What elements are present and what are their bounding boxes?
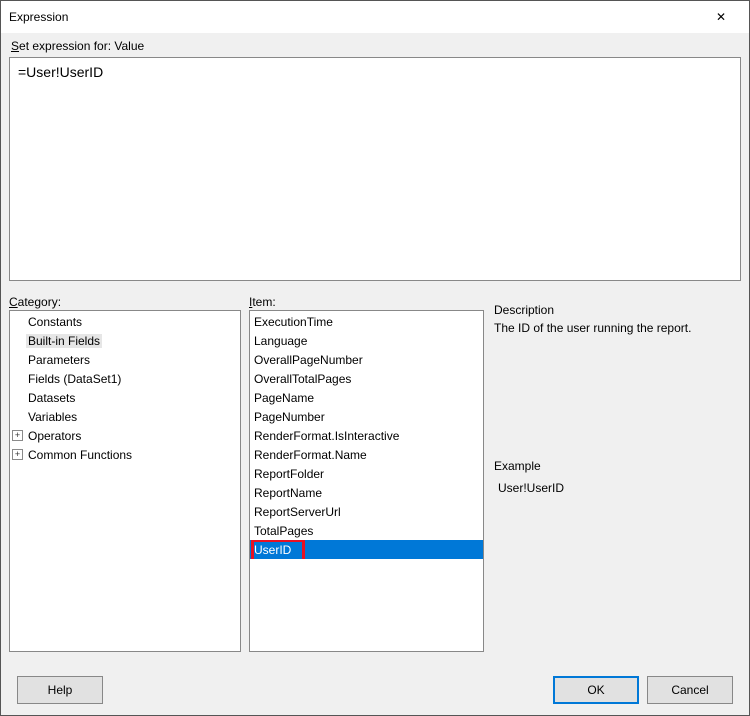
category-item-label: Built-in Fields <box>26 334 102 348</box>
window-title: Expression <box>9 10 701 24</box>
category-item[interactable]: Variables <box>10 407 240 426</box>
item-list-entry[interactable]: OverallTotalPages <box>250 369 483 388</box>
category-item[interactable]: Fields (DataSet1) <box>10 369 240 388</box>
example-title: Example <box>492 455 741 477</box>
item-list-entry[interactable]: UserID <box>250 540 483 559</box>
close-button[interactable]: ✕ <box>701 8 741 26</box>
item-column: Item: ExecutionTimeLanguageOverallPageNu… <box>249 295 484 663</box>
category-item-label: Datasets <box>26 391 77 405</box>
category-label: Category: <box>9 295 241 310</box>
item-list-entry[interactable]: PageName <box>250 388 483 407</box>
ok-button[interactable]: OK <box>553 676 639 704</box>
help-button[interactable]: Help <box>17 676 103 704</box>
item-list-entry[interactable]: RenderFormat.Name <box>250 445 483 464</box>
category-item[interactable]: Constants <box>10 312 240 331</box>
lower-panel: Category: Constants Built-in Fields Parame… <box>9 295 741 663</box>
category-item[interactable]: +Common Functions <box>10 445 240 464</box>
item-list-entry[interactable]: ExecutionTime <box>250 312 483 331</box>
example-text: User!UserID <box>492 477 741 495</box>
example-area: Example User!UserID <box>492 455 741 663</box>
category-item[interactable]: Parameters <box>10 350 240 369</box>
item-list-entry[interactable]: ReportName <box>250 483 483 502</box>
button-row: Help OK Cancel <box>9 665 741 715</box>
plus-icon[interactable]: + <box>12 430 23 441</box>
item-list-entry[interactable]: ReportFolder <box>250 464 483 483</box>
description-area: Description The ID of the user running t… <box>492 295 741 455</box>
category-item[interactable]: Built-in Fields <box>10 331 240 350</box>
plus-icon[interactable]: + <box>12 449 23 460</box>
info-column: Description The ID of the user running t… <box>492 295 741 663</box>
category-item-label: Parameters <box>26 353 92 367</box>
cancel-button[interactable]: Cancel <box>647 676 733 704</box>
item-label: Item: <box>249 295 484 310</box>
item-list[interactable]: ExecutionTimeLanguageOverallPageNumberOv… <box>249 310 484 652</box>
item-list-entry[interactable]: PageNumber <box>250 407 483 426</box>
category-item-label: Operators <box>26 429 83 443</box>
category-list[interactable]: Constants Built-in Fields Parameters Fields… <box>9 310 241 652</box>
dialog-body: Set expression for: Value Category: Cons… <box>1 33 749 715</box>
item-list-entry[interactable]: RenderFormat.IsInteractive <box>250 426 483 445</box>
category-item-label: Common Functions <box>26 448 134 462</box>
dialog-window: Expression ✕ Set expression for: Value C… <box>0 0 750 716</box>
category-item-label: Constants <box>26 315 84 329</box>
item-list-entry[interactable]: TotalPages <box>250 521 483 540</box>
description-title: Description <box>492 295 741 321</box>
expression-input[interactable] <box>9 57 741 281</box>
category-item-label: Variables <box>26 410 79 424</box>
close-icon: ✕ <box>716 10 726 24</box>
description-text: The ID of the user running the report. <box>492 321 741 335</box>
category-item-label: Fields (DataSet1) <box>26 372 123 386</box>
item-list-entry[interactable]: OverallPageNumber <box>250 350 483 369</box>
category-item[interactable]: +Operators <box>10 426 240 445</box>
category-item[interactable]: Datasets <box>10 388 240 407</box>
set-expression-label: Set expression for: Value <box>9 37 741 55</box>
category-column: Category: Constants Built-in Fields Parame… <box>9 295 241 663</box>
item-list-entry[interactable]: Language <box>250 331 483 350</box>
item-list-entry[interactable]: ReportServerUrl <box>250 502 483 521</box>
titlebar: Expression ✕ <box>1 1 749 33</box>
